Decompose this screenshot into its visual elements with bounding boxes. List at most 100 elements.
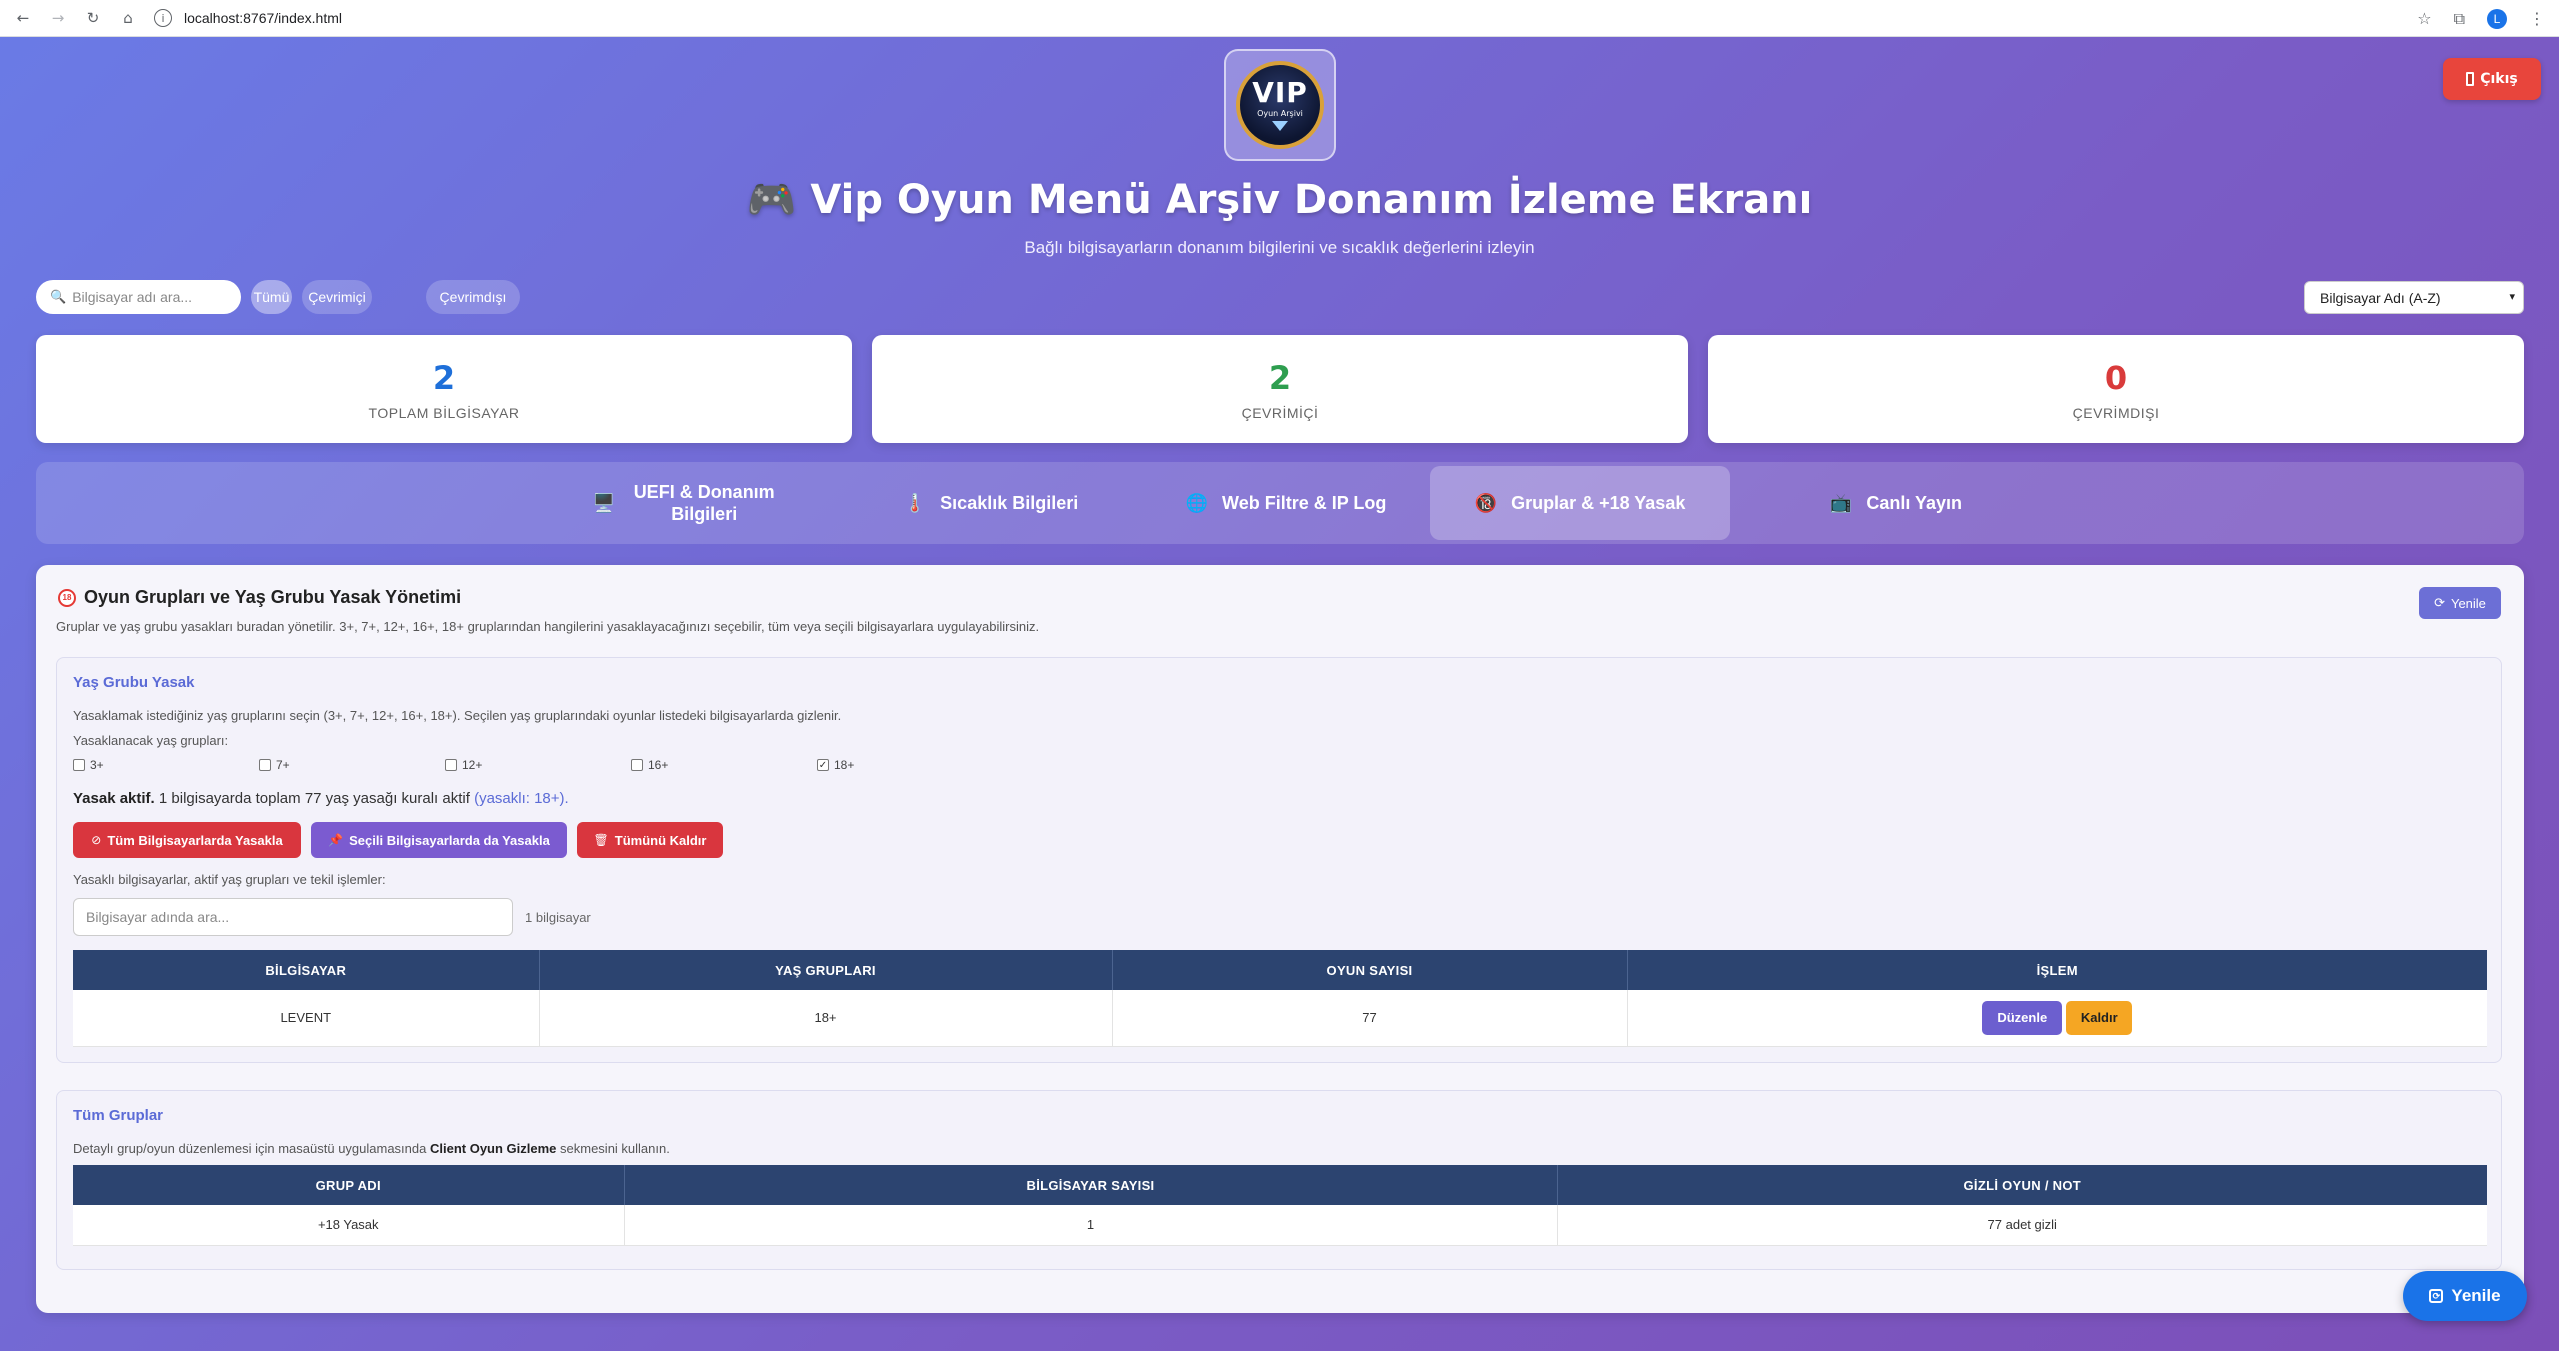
extensions-icon[interactable]: ⧉ (2454, 9, 2465, 29)
filter-all-button[interactable]: Tümü (251, 280, 292, 314)
all-groups-title: Tüm Gruplar (73, 1107, 164, 1124)
age-checkbox-12[interactable]: 12+ (445, 758, 482, 772)
tab-groups-18[interactable]: 🔞 Gruplar & +18 Yasak (1430, 466, 1730, 540)
door-icon (2466, 72, 2475, 86)
ban-icon: ⊘ (91, 833, 102, 847)
reload-icon[interactable]: ↻ (81, 6, 105, 30)
panel-refresh-button[interactable]: ⟳ Yenile (2419, 587, 2501, 619)
ban-selected-button[interactable]: 📌 Seçili Bilgisayarlarda da Yasakla (311, 822, 567, 858)
tab-web-filter[interactable]: 🌐 Web Filtre & IP Log (1166, 466, 1406, 540)
cell-group-name: +18 Yasak (73, 1205, 625, 1246)
column-header: GİZLİ OYUN / NOT (1557, 1165, 2487, 1205)
browser-menu-icon[interactable]: ⋮ (2529, 9, 2545, 28)
cell-computer-count: 1 (624, 1205, 1558, 1246)
column-header: GRUP ADI (73, 1165, 625, 1205)
status-text: 1 bilgisayarda toplam 77 yaş yasağı kura… (154, 790, 475, 807)
checkbox-box[interactable] (445, 759, 457, 771)
refresh-icon: ⟳ (2429, 1289, 2444, 1303)
cell-game-count: 77 (1112, 990, 1628, 1047)
checkbox-box[interactable] (259, 759, 271, 771)
age-groups-label: Yasaklanacak yaş grupları: (73, 733, 229, 748)
pin-icon: 📌 (328, 833, 344, 847)
cell-age-groups: 18+ (539, 990, 1113, 1047)
age-checkbox-18[interactable]: ✓ 18+ (817, 758, 854, 772)
panel-title: 18 Oyun Grupları ve Yaş Grubu Yasak Yöne… (58, 587, 461, 608)
ban-status-text: Yasak aktif. 1 bilgisayarda toplam 77 ya… (73, 790, 569, 807)
address-bar[interactable]: i localhost:8767/index.html (154, 4, 342, 32)
all-groups-table: GRUP ADI BİLGİSAYAR SAYISI GİZLİ OYUN / … (73, 1165, 2487, 1246)
column-header: BİLGİSAYAR SAYISI (624, 1165, 1558, 1205)
browser-toolbar: ← → ↻ ⌂ i localhost:8767/index.html ☆ ⧉ … (0, 0, 2559, 37)
remove-all-button[interactable]: 🗑 Tümünü Kaldır (577, 822, 723, 858)
site-info-icon[interactable]: i (154, 9, 172, 27)
page-subtitle: Bağlı bilgisayarların donanım bilgilerin… (1024, 238, 1535, 257)
logo-text: VIP (1252, 76, 1308, 109)
ban-all-label: Tüm Bilgisayarlarda Yasakla (107, 832, 283, 848)
stat-online-value: 2 (1268, 359, 1292, 397)
thermometer-icon: 🌡️ (903, 492, 927, 513)
stat-total-label: TOPLAM BİLGİSAYAR (368, 405, 520, 421)
computer-search-input[interactable]: 🔍 Bilgisayar adı ara... (36, 280, 241, 314)
column-header: İŞLEM (1627, 950, 2487, 990)
banned-computer-search-input[interactable]: Bilgisayar adında ara... (73, 898, 513, 936)
stat-card-total: 2 TOPLAM BİLGİSAYAR (36, 335, 852, 443)
app-logo: VIP Oyun Arşivi (1224, 49, 1336, 161)
checkbox-label: 16+ (648, 758, 669, 772)
stat-offline-value: 0 (2104, 359, 2128, 397)
age-checkbox-3[interactable]: 3+ (73, 758, 104, 772)
fab-label: Yenile (2451, 1286, 2501, 1305)
logo-triangle-icon (1272, 121, 1288, 131)
checkbox-box[interactable] (73, 759, 85, 771)
tab-live-stream[interactable]: 📺 Canlı Yayın (1796, 466, 1996, 540)
checkbox-label: 12+ (462, 758, 483, 772)
search-placeholder: Bilgisayar adı ara... (72, 289, 193, 305)
sort-select[interactable]: Bilgisayar Adı (A-Z) ▾ (2304, 281, 2524, 314)
cell-actions: Düzenle Kaldır (1627, 990, 2487, 1047)
ban-all-button[interactable]: ⊘ Tüm Bilgisayarlarda Yasakla (73, 822, 301, 858)
edit-button[interactable]: Düzenle (1982, 1000, 2063, 1035)
stat-card-offline: 0 ÇEVRİMDIŞI (1708, 335, 2524, 443)
floating-refresh-button[interactable]: ⟳ Yenile (2403, 1271, 2527, 1321)
cell-computer: LEVENT (73, 990, 540, 1047)
tv-icon: 📺 (1829, 492, 1853, 513)
age-section-help: Yasaklamak istediğiniz yaş gruplarını se… (73, 708, 842, 723)
help-bold: Client Oyun Gizleme (429, 1141, 557, 1156)
tab-label: Sıcaklık Bilgileri (940, 492, 1079, 513)
checkbox-label: 18+ (834, 758, 855, 772)
remove-button[interactable]: Kaldır (2066, 1000, 2133, 1035)
stat-offline-label: ÇEVRİMDIŞI (2072, 405, 2160, 421)
bookmark-star-icon[interactable]: ☆ (2417, 9, 2431, 28)
stat-online-label: ÇEVRİMİÇİ (1241, 405, 1319, 421)
globe-icon: 🌐 (1185, 492, 1209, 513)
table-header-row: BİLGİSAYAR YAŞ GRUPLARI OYUN SAYISI İŞLE… (73, 950, 2487, 990)
checkmark-icon[interactable]: ✓ (817, 759, 829, 771)
url-text[interactable]: localhost:8767/index.html (184, 10, 342, 26)
tab-uefi-hardware[interactable]: 🖥️ UEFI & Donanım Bilgileri (556, 466, 816, 540)
tab-label: UEFI & Donanım Bilgileri (633, 482, 775, 524)
filter-online-button[interactable]: Çevrimiçi (302, 280, 372, 314)
refresh-label: Yenile (2450, 595, 2486, 611)
age-checkbox-7[interactable]: 7+ (259, 758, 290, 772)
refresh-icon: ⟳ (2434, 595, 2445, 610)
banned-computers-table: BİLGİSAYAR YAŞ GRUPLARI OYUN SAYISI İŞLE… (73, 950, 2487, 1047)
status-bold: Yasak aktif. (73, 790, 155, 807)
monitor-icon: 🖥️ (592, 492, 616, 513)
logout-button[interactable]: Çıkış (2443, 58, 2541, 100)
back-icon[interactable]: ← (11, 6, 35, 30)
banned-count: 1 bilgisayar (525, 910, 591, 925)
all-groups-section: Tüm Gruplar Detaylı grup/oyun düzenlemes… (56, 1090, 2502, 1270)
age-ban-section: Yaş Grubu Yasak Yasaklamak istediğiniz y… (56, 657, 2502, 1063)
forward-icon[interactable]: → (46, 6, 70, 30)
age-section-title: Yaş Grubu Yasak (73, 674, 195, 691)
profile-avatar[interactable]: L (2487, 8, 2507, 29)
no-under-18-icon: 18 (58, 588, 76, 607)
sort-value: Bilgisayar Adı (A-Z) (2320, 289, 2441, 306)
age-checkbox-16[interactable]: 16+ (631, 758, 668, 772)
tab-bar: 🖥️ UEFI & Donanım Bilgileri 🌡️ Sıcaklık … (36, 462, 2524, 544)
tab-temperature[interactable]: 🌡️ Sıcaklık Bilgileri (876, 466, 1106, 540)
help-text: sekmesini kullanın. (556, 1141, 670, 1156)
remove-all-label: Tümünü Kaldır (614, 832, 707, 848)
checkbox-box[interactable] (631, 759, 643, 771)
filter-offline-button[interactable]: Çevrimdışı (426, 280, 520, 314)
home-icon[interactable]: ⌂ (116, 6, 140, 30)
